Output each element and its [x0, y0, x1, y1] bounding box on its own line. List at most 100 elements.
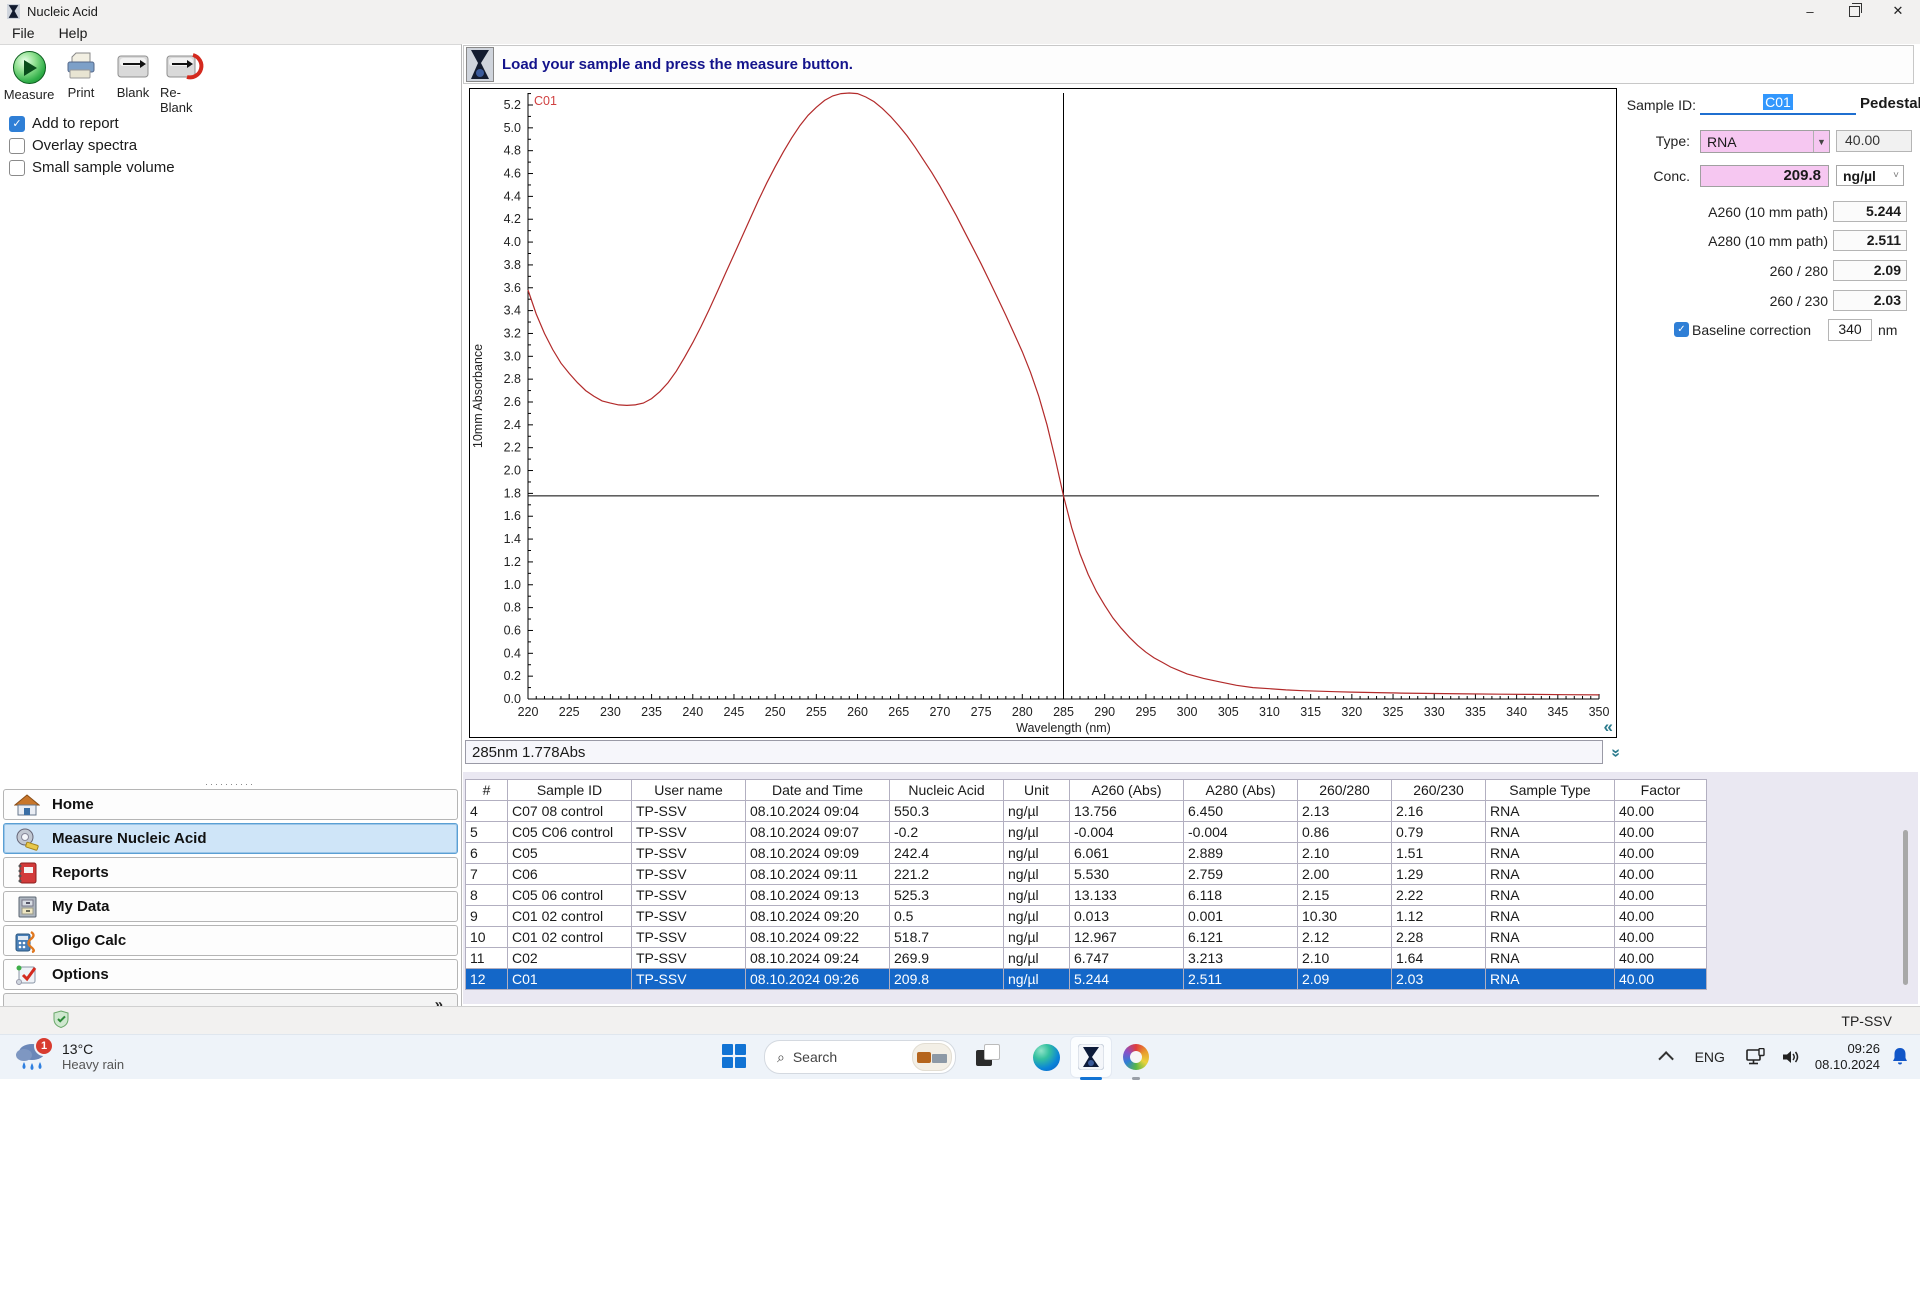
table-cell[interactable]: 08.10.2024 09:22: [745, 926, 890, 948]
table-cell[interactable]: 40.00: [1614, 800, 1707, 822]
table-cell[interactable]: RNA: [1485, 821, 1615, 843]
table-cell[interactable]: 269.9: [889, 947, 1004, 969]
table-cell[interactable]: RNA: [1485, 884, 1615, 906]
table-cell[interactable]: 08.10.2024 09:04: [745, 800, 890, 822]
table-cell[interactable]: 2.511: [1183, 968, 1298, 990]
table-header-cell[interactable]: 260/230: [1391, 779, 1486, 801]
table-header-cell[interactable]: Unit: [1003, 779, 1070, 801]
table-row[interactable]: 12 C01 TP-SSV 08.10.2024 09:26 209.8 ng/µl 5.2…: [465, 968, 1707, 990]
table-header-cell[interactable]: 260/280: [1297, 779, 1392, 801]
table-cell[interactable]: 13.133: [1069, 884, 1184, 906]
table-cell[interactable]: ng/µl: [1003, 821, 1070, 843]
language-indicator[interactable]: ENG: [1695, 1049, 1725, 1065]
table-cell[interactable]: ng/µl: [1003, 968, 1070, 990]
table-cell[interactable]: ng/µl: [1003, 884, 1070, 906]
table-cell[interactable]: 7: [465, 863, 508, 885]
table-cell[interactable]: 9: [465, 905, 508, 927]
blank-button[interactable]: Blank: [108, 51, 158, 115]
table-expand-button[interactable]: »: [1607, 740, 1624, 766]
table-cell[interactable]: RNA: [1485, 863, 1615, 885]
table-cell[interactable]: 5: [465, 821, 508, 843]
restore-button[interactable]: [1832, 0, 1876, 22]
type-dropdown[interactable]: RNA ▼: [1700, 130, 1830, 153]
table-cell[interactable]: 221.2: [889, 863, 1004, 885]
sidebar-item-oligo-calc[interactable]: Oligo Calc: [3, 925, 458, 956]
table-cell[interactable]: C05 C06 control: [507, 821, 632, 843]
table-cell[interactable]: 2.10: [1297, 947, 1392, 969]
volume-icon[interactable]: [1781, 1048, 1801, 1066]
table-cell[interactable]: 525.3: [889, 884, 1004, 906]
table-cell[interactable]: 6.747: [1069, 947, 1184, 969]
table-row[interactable]: 10 C01 02 control TP-SSV 08.10.2024 09:22 51…: [465, 926, 1707, 948]
table-header-cell[interactable]: A260 (Abs): [1069, 779, 1184, 801]
table-cell[interactable]: 8: [465, 884, 508, 906]
table-cell[interactable]: 3.213: [1183, 947, 1298, 969]
chart-collapse-button[interactable]: «: [1604, 718, 1613, 735]
table-cell[interactable]: 08.10.2024 09:24: [745, 947, 890, 969]
table-scrollbar[interactable]: [1903, 830, 1908, 985]
table-cell[interactable]: RNA: [1485, 947, 1615, 969]
tray-chevron-up-icon[interactable]: [1657, 1050, 1674, 1067]
table-cell[interactable]: 1.64: [1391, 947, 1486, 969]
table-cell[interactable]: 40.00: [1614, 863, 1707, 885]
table-cell[interactable]: 0.5: [889, 905, 1004, 927]
unit-dropdown[interactable]: ng/µl ˅: [1836, 165, 1904, 186]
table-cell[interactable]: TP-SSV: [631, 863, 746, 885]
reblank-button[interactable]: Re-Blank: [160, 51, 210, 115]
table-cell[interactable]: 10: [465, 926, 508, 948]
table-cell[interactable]: 1.29: [1391, 863, 1486, 885]
weather-widget[interactable]: 1 13°C Heavy rain: [12, 1036, 124, 1074]
table-cell[interactable]: C05: [507, 842, 632, 864]
baseline-correction-checkbox[interactable]: ✓: [1674, 322, 1689, 337]
table-cell[interactable]: TP-SSV: [631, 842, 746, 864]
table-cell[interactable]: 2.09: [1297, 968, 1392, 990]
close-button[interactable]: ✕: [1876, 0, 1920, 22]
table-cell[interactable]: 6: [465, 842, 508, 864]
sidebar-item-measure-nucleic-acid[interactable]: Measure Nucleic Acid: [3, 823, 458, 854]
table-cell[interactable]: 12: [465, 968, 508, 990]
table-cell[interactable]: 10.30: [1297, 905, 1392, 927]
table-cell[interactable]: TP-SSV: [631, 947, 746, 969]
table-cell[interactable]: 0.001: [1183, 905, 1298, 927]
table-cell[interactable]: 08.10.2024 09:09: [745, 842, 890, 864]
table-cell[interactable]: 550.3: [889, 800, 1004, 822]
table-row[interactable]: 9 C01 02 control TP-SSV 08.10.2024 09:20 0.5…: [465, 905, 1707, 927]
table-row[interactable]: 5 C05 C06 control TP-SSV 08.10.2024 09:07 -0…: [465, 821, 1707, 843]
table-cell[interactable]: ng/µl: [1003, 800, 1070, 822]
table-cell[interactable]: 2.759: [1183, 863, 1298, 885]
table-cell[interactable]: 2.22: [1391, 884, 1486, 906]
table-cell[interactable]: 13.756: [1069, 800, 1184, 822]
table-cell[interactable]: 1.51: [1391, 842, 1486, 864]
print-button[interactable]: Print: [56, 51, 106, 115]
table-cell[interactable]: 6.118: [1183, 884, 1298, 906]
table-cell[interactable]: RNA: [1485, 926, 1615, 948]
edge-browser-button[interactable]: [1026, 1037, 1066, 1077]
table-cell[interactable]: 6.061: [1069, 842, 1184, 864]
table-cell[interactable]: 242.4: [889, 842, 1004, 864]
table-cell[interactable]: 2.10: [1297, 842, 1392, 864]
table-cell[interactable]: 2.889: [1183, 842, 1298, 864]
sidebar-item-my-data[interactable]: My Data: [3, 891, 458, 922]
table-cell[interactable]: TP-SSV: [631, 821, 746, 843]
table-cell[interactable]: C01 02 control: [507, 926, 632, 948]
menu-file[interactable]: File: [0, 22, 47, 44]
table-cell[interactable]: -0.2: [889, 821, 1004, 843]
table-cell[interactable]: 2.28: [1391, 926, 1486, 948]
table-row[interactable]: 11 C02 TP-SSV 08.10.2024 09:24 269.9 ng/µl 6.7…: [465, 947, 1707, 969]
taskbar-search[interactable]: ⌕ Search: [764, 1040, 956, 1074]
network-icon[interactable]: [1745, 1048, 1767, 1066]
table-cell[interactable]: -0.004: [1069, 821, 1184, 843]
table-header-cell[interactable]: Sample ID: [507, 779, 632, 801]
panel-splitter[interactable]: ··········: [0, 779, 460, 789]
table-cell[interactable]: C05 06 control: [507, 884, 632, 906]
table-cell[interactable]: 40.00: [1614, 842, 1707, 864]
factor-field[interactable]: 40.00: [1836, 130, 1912, 152]
notification-bell-icon[interactable]: [1890, 1046, 1910, 1068]
table-cell[interactable]: 0.86: [1297, 821, 1392, 843]
baseline-wavelength-field[interactable]: 340: [1828, 319, 1872, 341]
table-cell[interactable]: -0.004: [1183, 821, 1298, 843]
table-cell[interactable]: 08.10.2024 09:13: [745, 884, 890, 906]
table-cell[interactable]: 40.00: [1614, 884, 1707, 906]
table-cell[interactable]: 08.10.2024 09:26: [745, 968, 890, 990]
table-cell[interactable]: 2.00: [1297, 863, 1392, 885]
